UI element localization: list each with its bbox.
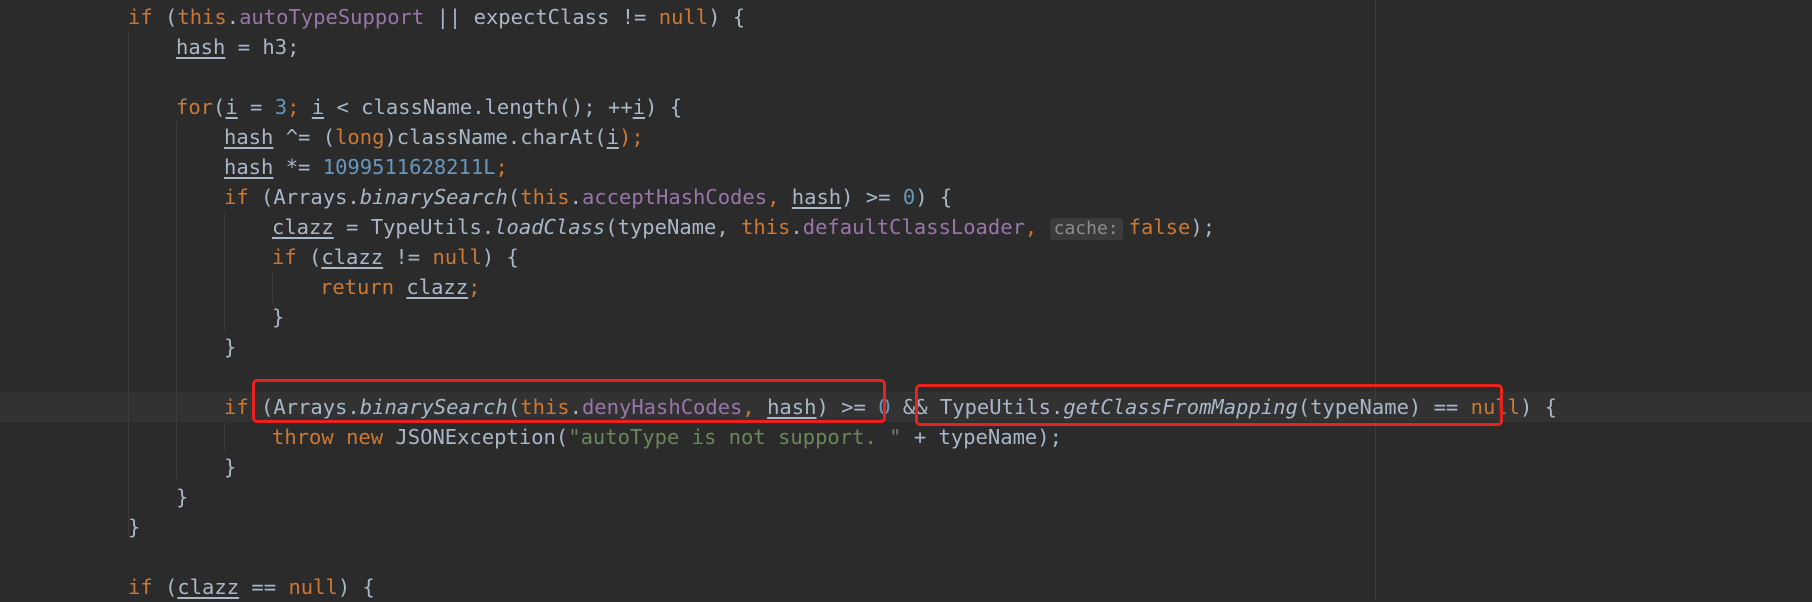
code-line: } bbox=[128, 515, 141, 539]
highlight-box-deny-hash bbox=[252, 379, 886, 423]
code-line: } bbox=[176, 485, 189, 509]
code-line: for(i = 3; i < className.length(); ++i) … bbox=[176, 95, 683, 119]
right-margin-guide bbox=[1375, 0, 1376, 600]
highlight-box-class-mapping bbox=[915, 384, 1503, 426]
code-line: throw new JSONException("autoType is not… bbox=[272, 425, 1062, 449]
code-line: if (this.autoTypeSupport || expectClass … bbox=[128, 5, 746, 29]
indent-guide bbox=[224, 212, 225, 332]
code-line: } bbox=[272, 305, 285, 329]
parameter-hint: cache: bbox=[1049, 218, 1123, 240]
code-line: } bbox=[224, 455, 237, 479]
code-line: if (clazz != null) { bbox=[272, 245, 519, 269]
indent-guide bbox=[272, 272, 273, 302]
code-editor[interactable]: if (this.autoTypeSupport || expectClass … bbox=[0, 0, 1812, 600]
code-line: clazz = TypeUtils.loadClass(typeName, th… bbox=[272, 215, 1216, 240]
indent-guide bbox=[176, 122, 177, 478]
code-line: return clazz; bbox=[320, 275, 481, 299]
indent-guide bbox=[224, 422, 225, 452]
code-line: } bbox=[224, 335, 237, 359]
indent-guide bbox=[128, 30, 129, 538]
code-line: hash *= 1099511628211L; bbox=[224, 155, 508, 179]
code-line: if (Arrays.binarySearch(this.acceptHashC… bbox=[224, 185, 953, 209]
code-line: hash = h3; bbox=[176, 35, 300, 59]
code-line: hash ^= (long)className.charAt(i); bbox=[224, 125, 644, 149]
code-line: if (clazz == null) { bbox=[128, 575, 375, 599]
